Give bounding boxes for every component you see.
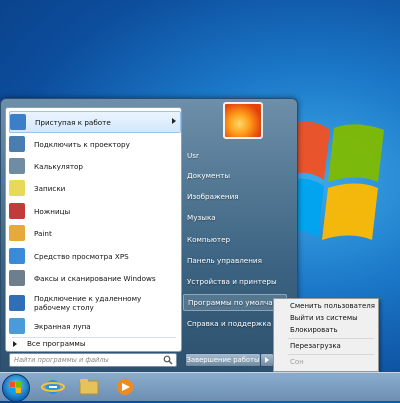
search-icon (163, 355, 173, 365)
documents-link[interactable]: Документы (187, 171, 230, 180)
media-player-icon (117, 379, 133, 395)
taskbar-explorer[interactable] (72, 375, 106, 399)
programs-pane: Приступая к работе Подключить к проектор… (5, 107, 182, 352)
help-support-link[interactable]: Справка и поддержка (187, 319, 271, 328)
divider (12, 337, 176, 338)
calculator-icon (9, 158, 25, 174)
scissors-icon (9, 203, 25, 219)
taskbar-internet-explorer[interactable] (36, 375, 70, 399)
menu-item-lock[interactable]: Блокировать (290, 326, 338, 334)
program-snipping-tool[interactable]: Ножницы (9, 201, 179, 221)
shutdown-button[interactable]: Завершение работы (185, 353, 261, 367)
program-getting-started[interactable]: Приступая к работе (9, 111, 181, 133)
sticky-notes-icon (9, 180, 25, 196)
program-paint[interactable]: Paint (9, 223, 179, 243)
control-panel-link[interactable]: Панель управления (187, 256, 262, 265)
program-xps-viewer[interactable]: Средство просмотра XPS (9, 246, 179, 266)
remote-desktop-icon (9, 295, 25, 311)
magnifier-icon (9, 318, 25, 334)
paint-icon (9, 225, 25, 241)
menu-divider (288, 354, 374, 355)
getting-started-icon (10, 114, 26, 130)
submenu-arrow-icon (172, 118, 176, 124)
default-programs-link[interactable]: Программы по умолчани (183, 294, 287, 311)
program-fax-scan[interactable]: Факсы и сканирование Windows (9, 268, 179, 288)
computer-link[interactable]: Компьютер (187, 235, 230, 244)
menu-divider (288, 338, 374, 339)
taskbar-media-player[interactable] (108, 375, 142, 399)
music-link[interactable]: Музыка (187, 213, 216, 222)
program-remote-desktop[interactable]: Подключение к удаленному рабочему столу (9, 290, 179, 316)
explorer-folder-icon (79, 379, 99, 395)
shutdown-options-button[interactable] (260, 353, 274, 367)
user-folder-link[interactable]: Usr (187, 151, 199, 160)
menu-item-restart[interactable]: Перезагрузка (290, 342, 341, 350)
fax-scan-icon (9, 270, 25, 286)
program-sticky-notes[interactable]: Записки (9, 178, 179, 198)
user-avatar[interactable] (223, 102, 263, 139)
xps-viewer-icon (9, 248, 25, 264)
menu-item-log-off[interactable]: Выйти из системы (290, 314, 358, 322)
program-calculator[interactable]: Калькулятор (9, 156, 179, 176)
internet-explorer-icon (41, 380, 65, 394)
start-button[interactable] (2, 374, 30, 402)
menu-item-switch-user[interactable]: Сменить пользователя (290, 302, 375, 310)
search-input[interactable]: Найти программы и файлы (9, 353, 177, 367)
program-projector[interactable]: Подключить к проектору (9, 134, 179, 154)
pictures-link[interactable]: Изображения (187, 192, 239, 201)
windows-flag-icon (10, 382, 21, 393)
menu-item-sleep: Сон (290, 358, 304, 366)
shutdown-context-menu: Сменить пользователя Выйти из системы Бл… (273, 298, 379, 372)
start-menu: Приступая к работе Подключить к проектор… (0, 98, 298, 372)
projector-icon (9, 136, 25, 152)
devices-printers-link[interactable]: Устройства и принтеры (187, 277, 277, 286)
all-programs-button[interactable]: Все программы (13, 339, 86, 348)
taskbar (0, 372, 400, 402)
triangle-right-icon (13, 340, 17, 347)
program-magnifier[interactable]: Экранная лупа (9, 316, 179, 336)
